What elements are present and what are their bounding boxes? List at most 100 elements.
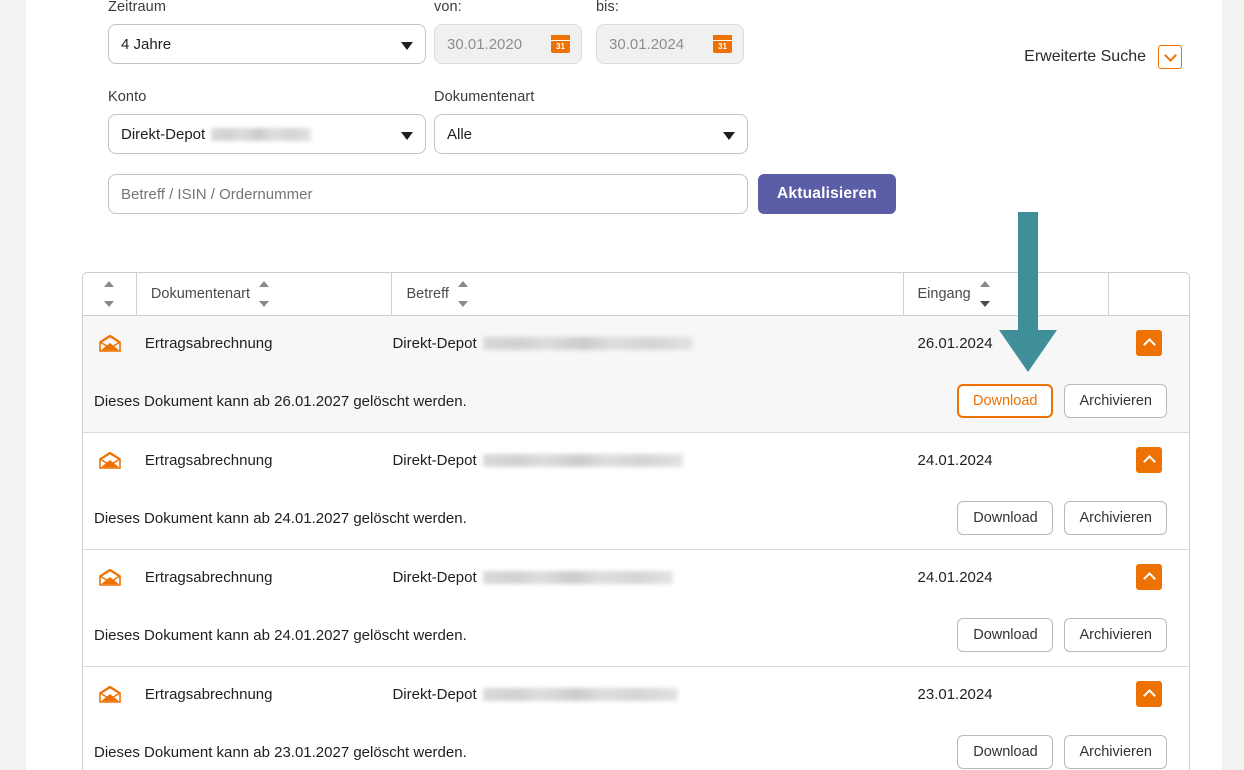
masked-text [482,453,683,467]
archive-button[interactable]: Archivieren [1064,618,1167,652]
sort-icon-desc[interactable] [979,281,990,307]
calendar-icon[interactable]: 31 [713,35,732,53]
download-button[interactable]: Download [956,384,1054,418]
column-header-betreff[interactable]: Betreff [392,273,904,315]
row-details: Dieses Dokument kann ab 23.01.2027 gelös… [83,721,1189,770]
collapse-row-button[interactable] [1136,447,1163,473]
masked-text [482,687,678,701]
download-button[interactable]: Download [957,618,1054,652]
deletion-note: Dieses Dokument kann ab 26.01.2027 gelös… [94,392,467,410]
filter-row-search: Aktualisieren [82,166,1202,230]
betreff-text: Direkt-Depot [392,334,477,352]
table-body: Ertragsabrechnung Direkt-Depot 26.01.2024 D… [82,316,1190,770]
row-action-buttons: Download Archivieren [957,735,1167,769]
table-header-row: Dokumentenart Betreff Eingang [82,272,1190,316]
cell-betreff: Direkt-Depot [392,569,903,586]
chevron-down-icon [401,132,413,140]
cell-betreff: Direkt-Depot [392,686,903,703]
cell-betreff: Direkt-Depot [392,452,903,469]
filter-form: Zeitraum 4 Jahre von: 30.01.2020 31 bis:… [82,0,1202,230]
column-header-icon[interactable] [83,273,137,315]
sort-icon[interactable] [457,281,468,307]
collapse-row-button[interactable] [1136,681,1163,707]
dokumentenart-label: Dokumentenart [434,89,535,105]
row-summary: Ertragsabrechnung Direkt-Depot 24.01.2024 [83,550,1189,604]
filter-row-period: Zeitraum 4 Jahre von: 30.01.2020 31 bis:… [82,0,1202,90]
cell-betreff: Direkt-Depot [392,335,903,352]
table-row: Ertragsabrechnung Direkt-Depot 24.01.2024 D… [82,550,1190,667]
cell-eingang: 24.01.2024 [917,568,993,586]
von-label: von: [434,0,462,15]
row-summary: Ertragsabrechnung Direkt-Depot 24.01.2024 [83,433,1189,487]
dokumentenart-select[interactable]: Alle [434,114,748,154]
open-envelope-icon [99,334,121,352]
zeitraum-select[interactable]: 4 Jahre [108,24,426,64]
sort-icon[interactable] [104,281,115,307]
cell-collapse [1109,330,1189,356]
calendar-icon[interactable]: 31 [551,35,570,53]
deletion-note: Dieses Dokument kann ab 23.01.2027 gelös… [94,743,467,761]
erweiterte-suche-toggle[interactable]: Erweiterte Suche [1024,45,1182,69]
von-value: 30.01.2020 [447,35,523,53]
erweiterte-suche-label: Erweiterte Suche [1024,48,1146,65]
cell-dokumentenart: Ertragsabrechnung [144,451,273,469]
column-label: Betreff [406,286,449,302]
cell-dokumentenart: Ertragsabrechnung [144,568,273,586]
table-row: Ertragsabrechnung Direkt-Depot 24.01.2024 D… [82,433,1190,550]
betreff-text: Direkt-Depot [392,568,477,586]
konto-value: Direkt-Depot [121,125,206,143]
chevron-down-icon [401,42,413,50]
cell-eingang: 26.01.2024 [917,334,993,352]
documents-table: Dokumentenart Betreff Eingang Ertragsabr… [82,272,1190,770]
cell-collapse [1109,564,1189,590]
row-action-buttons: Download Archivieren [956,384,1167,418]
message-status-icon [83,568,137,586]
download-button[interactable]: Download [957,501,1054,535]
open-envelope-icon [99,451,121,469]
download-button[interactable]: Download [957,735,1054,769]
sort-icon[interactable] [259,281,270,307]
column-label: Dokumentenart [150,286,251,302]
collapse-row-button[interactable] [1136,564,1163,590]
row-action-buttons: Download Archivieren [957,501,1167,535]
cell-eingang: 23.01.2024 [917,685,993,703]
archive-button[interactable]: Archivieren [1064,384,1167,418]
zeitraum-value: 4 Jahre [121,35,172,53]
aktualisieren-button[interactable]: Aktualisieren [758,174,896,214]
von-date-input[interactable]: 30.01.2020 31 [434,24,582,64]
message-status-icon [83,451,137,469]
masked-text [482,570,673,584]
deletion-note: Dieses Dokument kann ab 24.01.2027 gelös… [94,626,467,644]
chevron-down-icon [723,132,735,140]
row-action-buttons: Download Archivieren [957,618,1167,652]
archive-button[interactable]: Archivieren [1064,735,1167,769]
column-label: Eingang [917,286,971,302]
message-status-icon [83,334,137,352]
chevron-down-icon[interactable] [1158,45,1182,69]
bis-value: 30.01.2024 [609,35,685,53]
cell-collapse [1109,447,1189,473]
bis-date-input[interactable]: 30.01.2024 31 [596,24,744,64]
filter-row-account: Konto Direkt-Depot Dokumentenart Alle [82,90,1202,166]
table-row: Ertragsabrechnung Direkt-Depot 23.01.2024 D… [82,667,1190,770]
konto-select[interactable]: Direkt-Depot [108,114,426,154]
dokumentenart-value: Alle [447,125,473,143]
masked-text [482,336,693,350]
archive-button[interactable]: Archivieren [1064,501,1167,535]
zeitraum-label: Zeitraum [108,0,167,15]
search-input[interactable] [108,174,748,214]
konto-label: Konto [108,89,147,105]
open-envelope-icon [99,568,121,586]
cell-dokumentenart: Ertragsabrechnung [144,685,273,703]
row-details: Dieses Dokument kann ab 26.01.2027 gelös… [83,370,1189,432]
column-header-eingang[interactable]: Eingang [904,273,1110,315]
table-row: Ertragsabrechnung Direkt-Depot 26.01.2024 D… [82,316,1190,433]
row-summary: Ertragsabrechnung Direkt-Depot 23.01.2024 [83,667,1189,721]
cell-collapse [1109,681,1189,707]
cell-dokumentenart: Ertragsabrechnung [144,334,273,352]
row-details: Dieses Dokument kann ab 24.01.2027 gelös… [83,487,1189,549]
bis-label: bis: [596,0,619,15]
page-content: Zeitraum 4 Jahre von: 30.01.2020 31 bis:… [26,0,1222,770]
collapse-row-button[interactable] [1136,330,1163,356]
column-header-dokumentenart[interactable]: Dokumentenart [137,273,393,315]
